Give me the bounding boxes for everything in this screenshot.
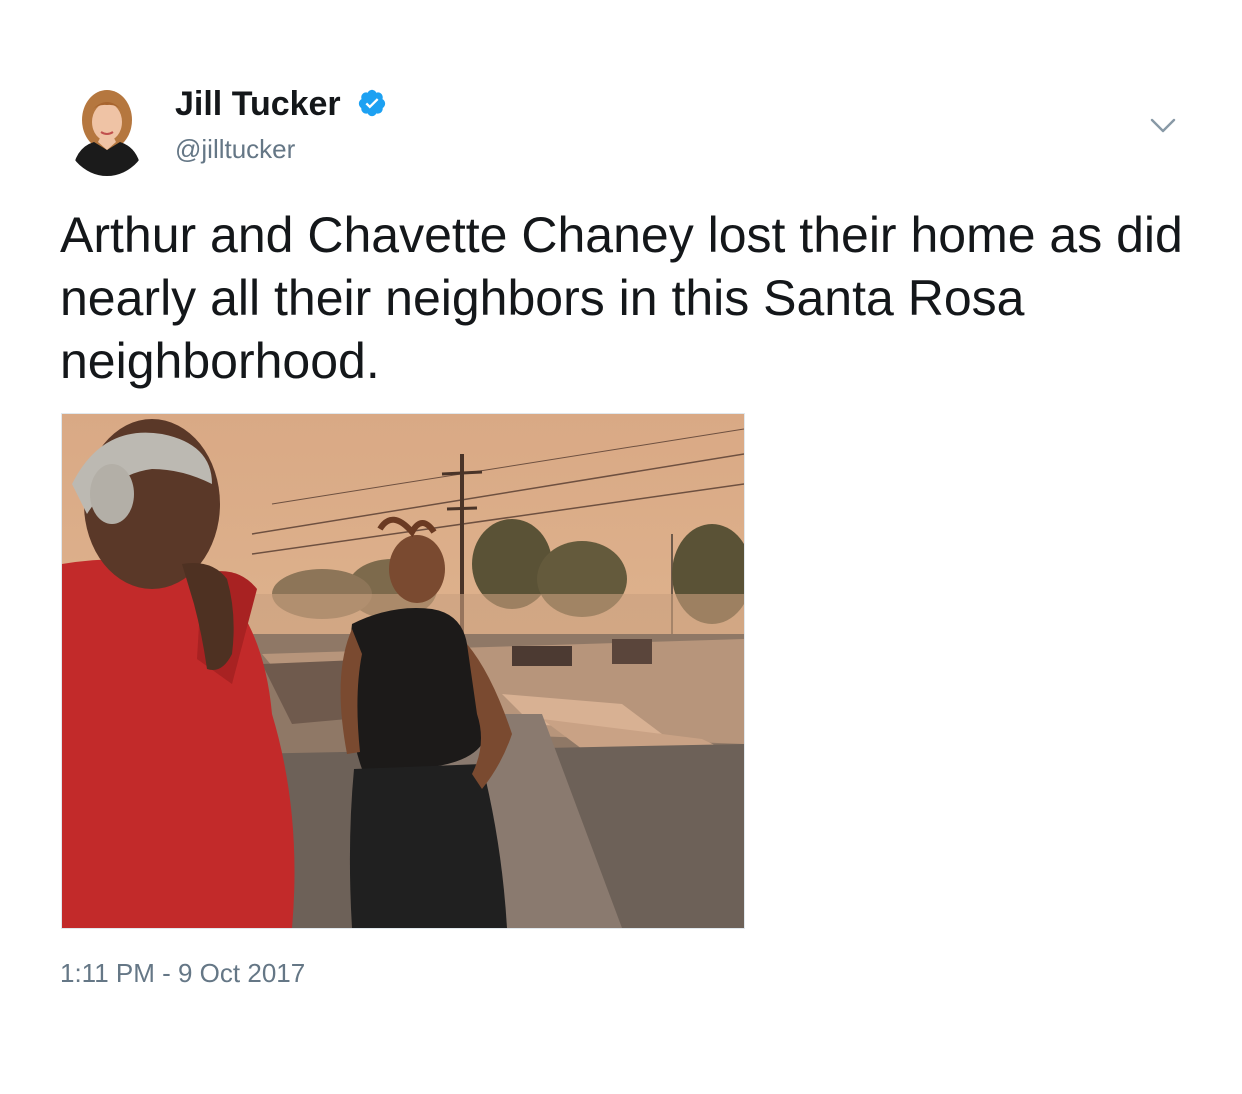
tweet-photo[interactable] [61, 413, 745, 929]
tweet-card: Jill Tucker @jilltucker Arthur and Chave… [0, 0, 1242, 1094]
author-handle[interactable]: @jilltucker [175, 133, 295, 165]
verified-badge-icon [357, 88, 387, 118]
chevron-down-icon[interactable] [1148, 112, 1178, 140]
tweet-timestamp[interactable]: 1:11 PM - 9 Oct 2017 [60, 956, 305, 990]
author-name[interactable]: Jill Tucker [175, 84, 341, 124]
avatar[interactable] [64, 80, 150, 176]
tweet-text: Arthur and Chavette Chaney lost their ho… [60, 207, 1183, 389]
